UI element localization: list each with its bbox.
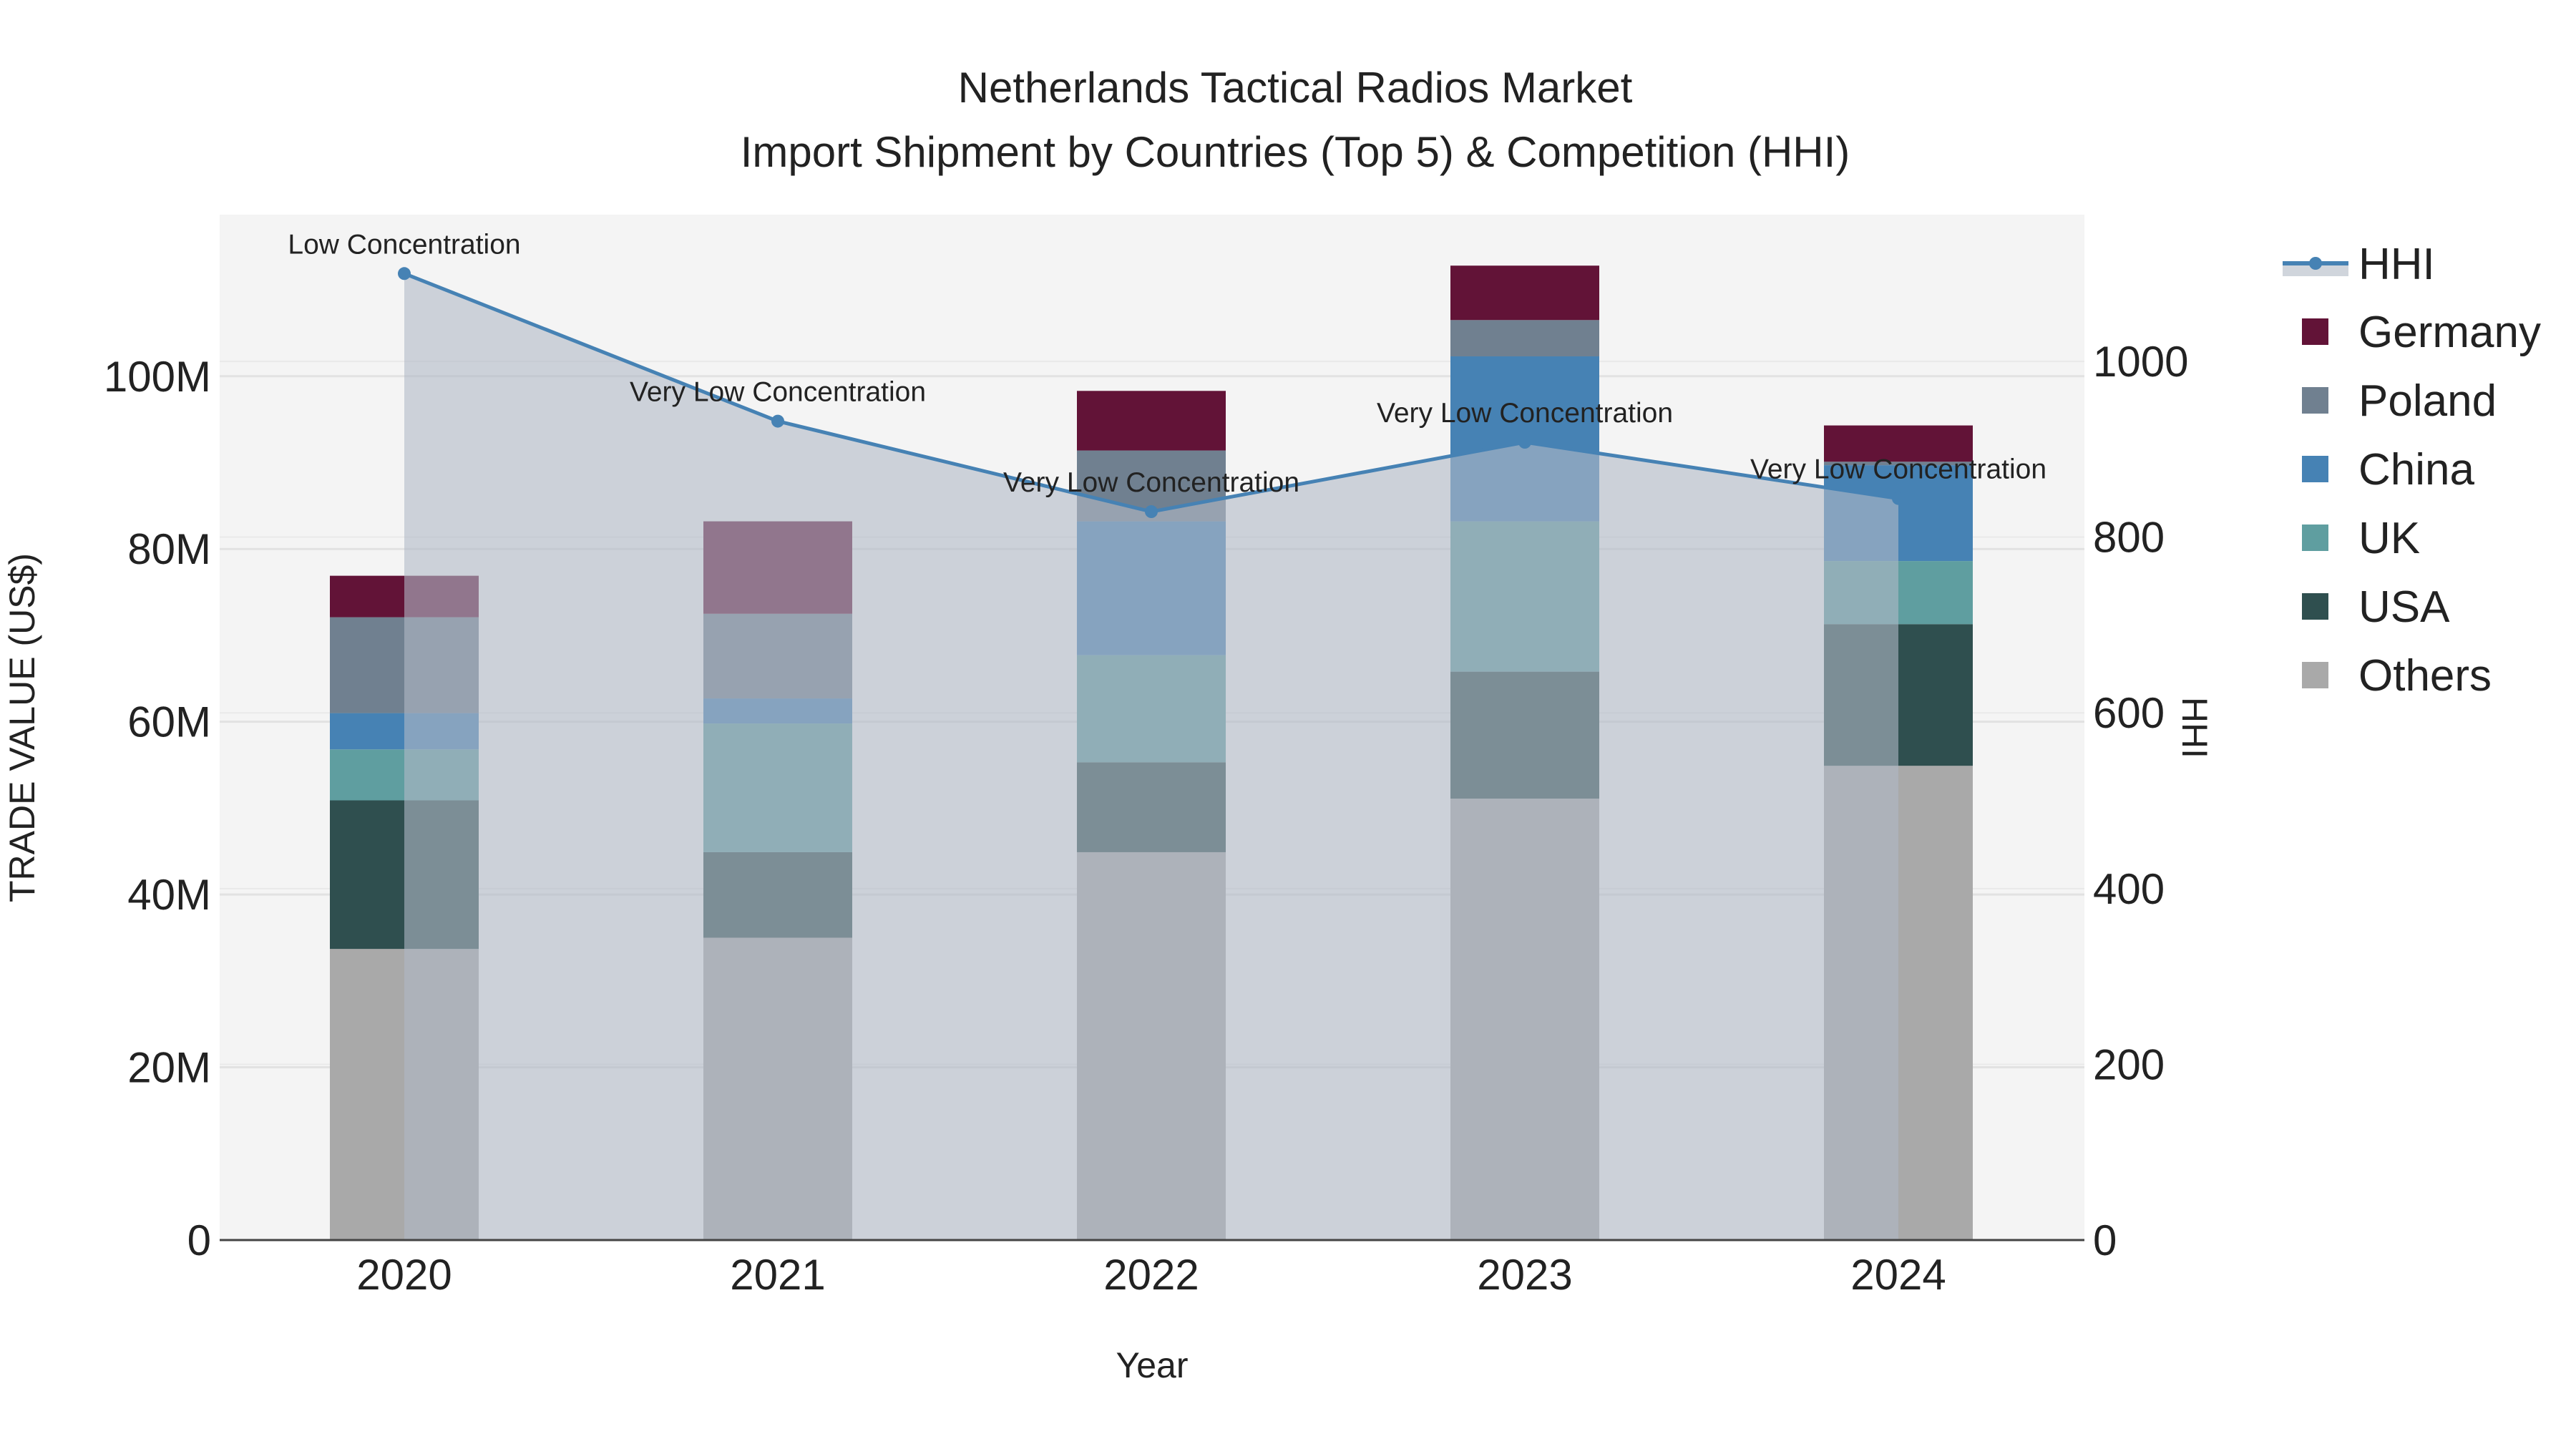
- y2-axis-title: HHI: [2175, 697, 2215, 758]
- hhi-point: [1145, 505, 1158, 519]
- x-tick-label: 2021: [730, 1251, 825, 1299]
- legend-label: Germany: [2358, 308, 2541, 357]
- y2-tick-label: 800: [2093, 514, 2165, 562]
- y2-tick-label: 200: [2093, 1040, 2165, 1088]
- y2-tick-label: 0: [2093, 1216, 2117, 1264]
- hhi-annotation: Very Low Concentration: [630, 377, 926, 408]
- hhi-point: [771, 414, 784, 428]
- hhi-point: [1518, 436, 1531, 449]
- y-tick-label: 0: [187, 1216, 211, 1264]
- hhi-annotation: Very Low Concentration: [1750, 454, 2046, 485]
- chart-title: Netherlands Tactical Radios Market: [958, 64, 1633, 112]
- y-tick-label: 40M: [127, 871, 211, 919]
- y-tick-label: 60M: [127, 698, 211, 746]
- legend-label: UK: [2358, 514, 2420, 563]
- legend-swatch-germany: [2302, 318, 2328, 345]
- legend-swatch-others: [2302, 662, 2328, 688]
- legend: HHI Germany Poland China UK USA Others: [2283, 240, 2541, 701]
- bar-poland-2023: [1450, 320, 1599, 356]
- x-tick-label: 2020: [356, 1251, 452, 1299]
- x-tick-label: 2022: [1103, 1251, 1199, 1299]
- legend-swatch-china: [2302, 456, 2328, 482]
- y-tick-label: 20M: [127, 1044, 211, 1092]
- y2-tick-label: 1000: [2093, 338, 2188, 386]
- x-tick-label: 2023: [1477, 1251, 1572, 1299]
- legend-label: HHI: [2358, 240, 2435, 289]
- y2-tick-label: 600: [2093, 689, 2165, 737]
- y-axis-title: TRADE VALUE (US$): [2, 553, 42, 902]
- legend-label: Others: [2358, 651, 2492, 701]
- hhi-annotation: Low Concentration: [288, 229, 520, 260]
- legend-label: USA: [2358, 582, 2450, 632]
- legend-swatch-poland: [2302, 387, 2328, 414]
- hhi-annotation: Very Low Concentration: [1377, 398, 1673, 429]
- legend-hhi-marker: [2309, 257, 2322, 270]
- bar-germany-2022: [1077, 391, 1226, 451]
- x-tick-label: 2024: [1850, 1251, 1946, 1299]
- legend-swatch-usa: [2302, 593, 2328, 620]
- chart-subtitle: Import Shipment by Countries (Top 5) & C…: [741, 128, 1850, 176]
- legend-swatch-uk: [2302, 525, 2328, 551]
- legend-label: Poland: [2358, 376, 2497, 426]
- hhi-point: [398, 267, 411, 280]
- legend-label: China: [2358, 445, 2475, 494]
- x-axis-title: Year: [1116, 1345, 1188, 1385]
- bar-germany-2023: [1450, 265, 1599, 321]
- y-tick-label: 100M: [104, 353, 211, 401]
- hhi-annotation: Very Low Concentration: [1003, 467, 1299, 498]
- y2-tick-label: 400: [2093, 865, 2165, 913]
- chart: Low Concentration Very Low Concentration V…: [2, 64, 2541, 1385]
- hhi-point: [1892, 492, 1905, 505]
- y-tick-label: 80M: [127, 525, 211, 573]
